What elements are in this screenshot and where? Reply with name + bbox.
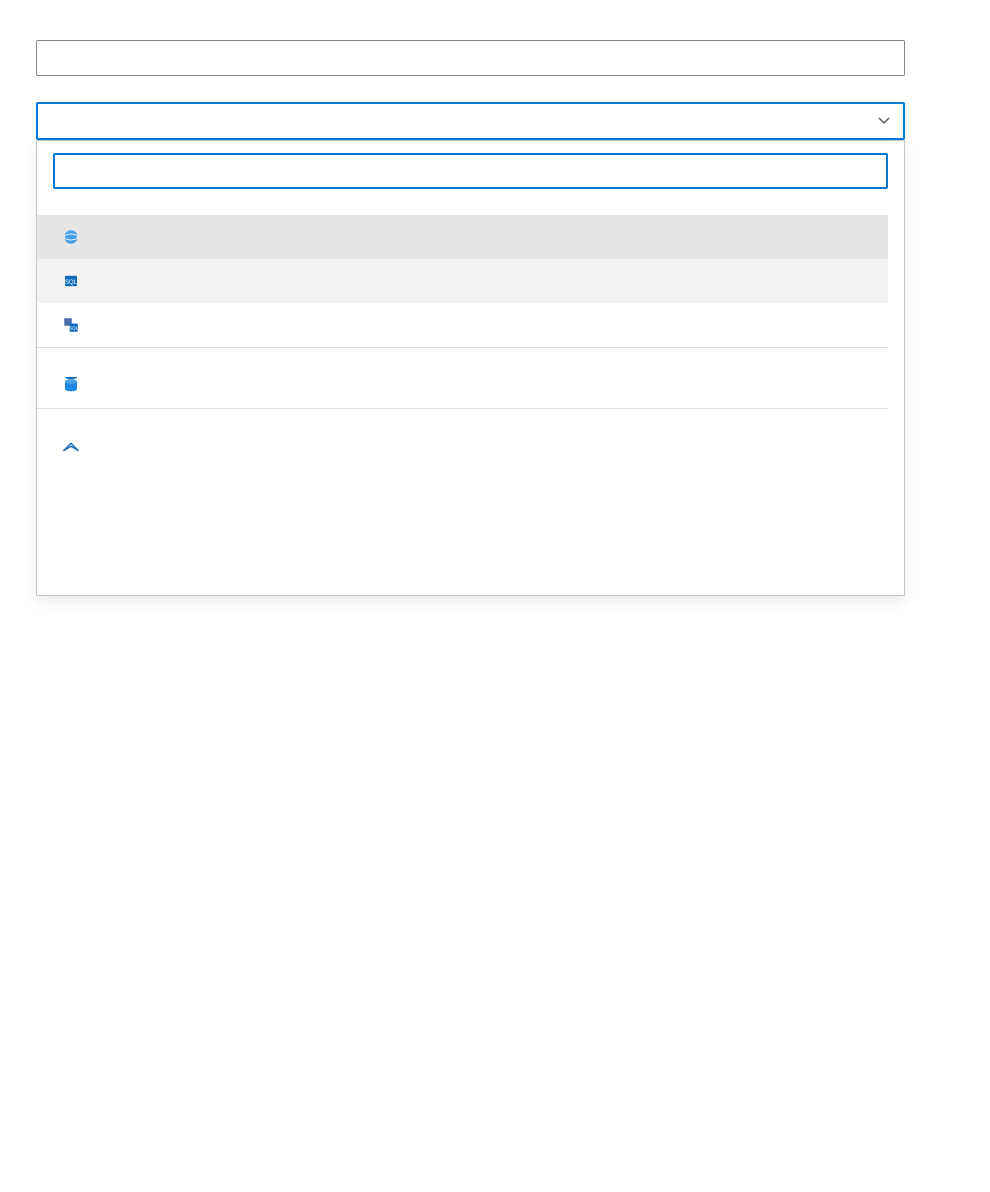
chevron-down-icon (877, 114, 891, 128)
option-azure-sql-mi[interactable]: SQL (37, 303, 888, 347)
option-azure-sql-database[interactable]: SQL (37, 259, 888, 303)
dropdown-group-azure (37, 199, 888, 215)
dropdown-group-database (37, 347, 888, 364)
option-sql-server[interactable] (37, 364, 888, 408)
dropdown-filter-input[interactable] (53, 153, 888, 189)
dropdown-group-file (37, 408, 888, 425)
source-type-select[interactable] (36, 102, 905, 140)
sql-server-icon (61, 376, 81, 396)
sql-db-icon: SQL (61, 271, 81, 291)
svg-text:SQL: SQL (65, 280, 78, 286)
cdc-name-input[interactable] (36, 40, 905, 76)
avro-icon (61, 437, 81, 457)
source-type-dropdown: SQL SQL (36, 140, 905, 596)
svg-text:SQL: SQL (69, 326, 79, 331)
sql-mi-icon: SQL (61, 315, 81, 335)
cosmos-db-icon (61, 227, 81, 247)
option-azure-cosmos-db[interactable] (37, 215, 888, 259)
option-avro[interactable] (37, 425, 888, 469)
